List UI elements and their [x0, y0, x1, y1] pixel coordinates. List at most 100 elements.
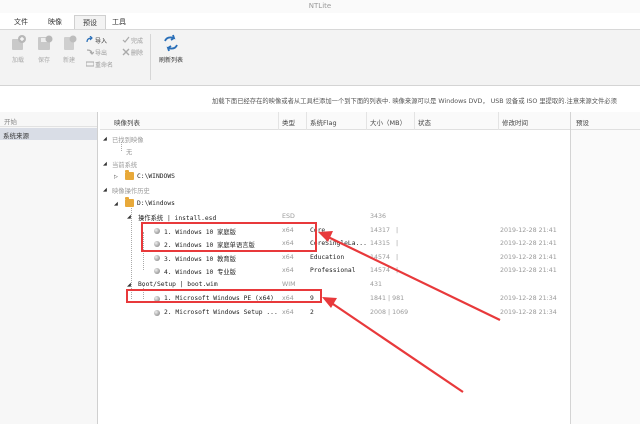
image-modified: 2019-12-28 21:41 — [500, 227, 557, 234]
tree-node-current-system[interactable]: ◢ 当前系统 — [100, 157, 570, 170]
image-size: 14574 — [370, 254, 391, 261]
delete-label: 删除 — [131, 50, 144, 57]
refresh-button[interactable]: 刷新列表 — [156, 34, 186, 68]
column-divider — [306, 112, 307, 130]
tab-image[interactable]: 映像 — [40, 15, 70, 29]
d-drive-label: D:\Windows — [137, 200, 175, 207]
title-bar: NTLite — [0, 0, 640, 14]
install-group-size: 3436 — [370, 213, 387, 220]
column-divider — [414, 112, 415, 130]
tree-node-c-drive[interactable]: ▷ C:\WINDOWS — [100, 170, 570, 183]
image-flag: Professional — [310, 267, 356, 274]
history-label: 映像操作历史 — [112, 188, 150, 195]
image-modified: 2019-12-28 21:41 — [500, 254, 557, 261]
column-headers: 映像列表 类型 系统Flag 大小（MB） 状态 修改时间 — [100, 112, 570, 130]
tree-node-d-drive[interactable]: ◢ D:\Windows — [100, 197, 570, 210]
delete-button[interactable]: 删除 — [122, 48, 143, 58]
save-label: 保存 — [37, 57, 50, 64]
image-size: 2008 | 1069 — [370, 309, 409, 316]
tab-tools[interactable]: 工具 — [104, 15, 134, 29]
image-size: 1841 | 981 — [370, 295, 405, 302]
c-drive-label: C:\WINDOWS — [137, 173, 175, 180]
image-size: 14574 — [370, 267, 391, 274]
new-icon — [64, 35, 77, 50]
rename-button[interactable]: 重命名 — [86, 60, 113, 70]
image-modified: 2019-12-28 21:34 — [500, 295, 557, 302]
left-panel: 开始 系统来源 — [0, 112, 98, 424]
collapse-arrow-icon[interactable]: ◢ — [103, 136, 107, 142]
annotation-box-boot — [126, 289, 322, 303]
image-name: 4. Windows 10 专业版 — [164, 269, 236, 276]
column-flag[interactable]: 系统Flag — [310, 117, 337, 127]
image-status: | — [396, 227, 399, 234]
image-name: 2. Microsoft Windows Setup ... — [164, 309, 278, 316]
image-modified: 2019-12-28 21:41 — [500, 267, 557, 274]
import-label: 导入 — [95, 38, 108, 45]
collapse-arrow-icon[interactable]: ◢ — [103, 161, 107, 167]
add-label: 加载 — [11, 57, 24, 64]
boot-group-label: Boot/Setup | boot.wim — [138, 281, 218, 288]
add-button[interactable]: 加载 — [6, 34, 30, 68]
refresh-icon — [164, 34, 178, 52]
image-size: 14317 — [370, 227, 391, 234]
column-divider — [366, 112, 367, 130]
add-icon — [12, 35, 26, 50]
column-divider — [278, 112, 279, 130]
table-row[interactable]: 4. Windows 10 专业版 x64 Professional 14574… — [100, 264, 570, 277]
import-button[interactable]: 导入 — [86, 36, 107, 46]
column-type[interactable]: 类型 — [282, 117, 295, 127]
ribbon-toolbar: 加载 保存 新建 导入 导出 重命名 完成 删除 刷新列表 — [0, 30, 640, 86]
current-system-label: 当前系统 — [112, 162, 138, 169]
presets-panel: 预设 — [570, 112, 640, 424]
column-image-list[interactable]: 映像列表 — [114, 117, 140, 127]
image-flag: Education — [310, 254, 345, 261]
table-row[interactable]: 2. Microsoft Windows Setup ... x64 2 200… — [100, 306, 570, 319]
info-bar: 加载下面已经存在的映像或者从工具栏添加一个到下面的列表中. 映像来源可以是 Wi… — [0, 93, 640, 107]
save-button[interactable]: 保存 — [32, 34, 56, 68]
collapse-arrow-icon[interactable]: ◢ — [114, 201, 118, 207]
image-status-icon — [154, 310, 160, 316]
column-modified[interactable]: 修改时间 — [502, 117, 528, 127]
boot-group-type: WIM — [282, 281, 296, 288]
folder-icon — [125, 197, 134, 207]
image-size: 14315 — [370, 240, 391, 247]
done-button[interactable]: 完成 — [122, 36, 143, 46]
image-list-panel: 映像列表 类型 系统Flag 大小（MB） 状态 修改时间 ◢ 已找到映像 无 … — [100, 112, 570, 424]
tree-node-history[interactable]: ◢ 映像操作历史 — [100, 183, 570, 196]
image-status: | — [396, 267, 399, 274]
rename-label: 重命名 — [95, 62, 114, 69]
done-label: 完成 — [131, 38, 144, 45]
info-text: 加载下面已经存在的映像或者从工具栏添加一个到下面的列表中. 映像来源可以是 Wi… — [212, 98, 617, 105]
image-modified: 2019-12-28 21:41 — [500, 240, 557, 247]
image-type: x64 — [282, 309, 294, 316]
new-label: 新建 — [62, 57, 75, 64]
column-size[interactable]: 大小（MB） — [370, 117, 406, 127]
refresh-label: 刷新列表 — [158, 57, 183, 64]
collapse-arrow-icon[interactable]: ◢ — [127, 214, 131, 220]
sidebar-item-sources[interactable]: 系统来源 — [0, 128, 97, 140]
export-button[interactable]: 导出 — [86, 48, 107, 58]
delete-icon — [122, 48, 130, 56]
import-icon — [86, 36, 93, 43]
new-button[interactable]: 新建 — [57, 34, 81, 68]
image-status: | — [396, 254, 399, 261]
collapse-arrow-icon[interactable]: ◢ — [103, 187, 107, 193]
image-type: x64 — [282, 267, 294, 274]
found-images-label: 已找到映像 — [112, 137, 144, 144]
install-group-type: ESD — [282, 213, 295, 220]
table-row[interactable]: 3. Windows 10 教育版 x64 Education 14574 | … — [100, 251, 570, 264]
install-group-label: 操作系统 | install.esd — [138, 215, 217, 222]
column-divider — [498, 112, 499, 130]
image-flag: 2 — [310, 309, 314, 316]
tab-file[interactable]: 文件 — [6, 15, 36, 29]
export-icon — [86, 49, 94, 55]
check-icon — [122, 36, 130, 43]
expand-arrow-icon[interactable]: ▷ — [114, 174, 118, 180]
image-flag: CoreSingleLa... — [310, 240, 367, 247]
collapse-arrow-icon[interactable]: ◢ — [127, 282, 131, 288]
image-modified: 2019-12-28 21:34 — [500, 309, 557, 316]
column-status[interactable]: 状态 — [418, 117, 431, 127]
ribbon-divider — [150, 34, 151, 80]
none-label: 无 — [126, 149, 133, 156]
tab-presets[interactable]: 预设 — [74, 15, 106, 29]
